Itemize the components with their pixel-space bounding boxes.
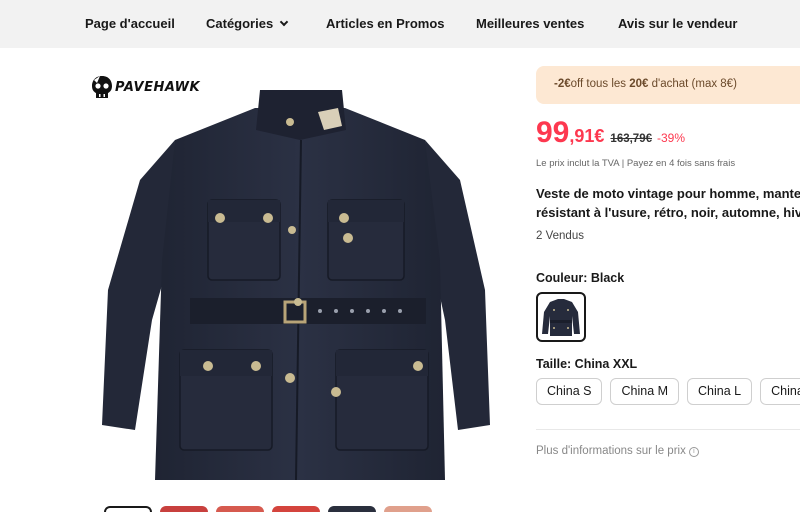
- chevron-down-icon: [279, 17, 289, 27]
- size-option[interactable]: China S: [536, 378, 603, 405]
- promo-text-mid: off tous les: [570, 78, 630, 90]
- price-main: 99: [536, 116, 570, 149]
- brand-name: PAVEHAWK: [115, 79, 201, 95]
- nav-categories[interactable]: Catégories: [206, 16, 289, 31]
- promo-banner[interactable]: -2€off tous les 20€ d'achat (max 8€): [536, 66, 800, 104]
- color-swatch-black[interactable]: [536, 292, 586, 342]
- thumbnail[interactable]: [272, 506, 320, 512]
- thumbnail[interactable]: [216, 506, 264, 512]
- divider: [536, 429, 800, 430]
- price-discount: -39%: [657, 131, 686, 145]
- product-title: Veste de moto vintage pour homme, mantea…: [536, 186, 800, 220]
- thumbnail[interactable]: [104, 506, 152, 512]
- size-options: China S China M China L China XL: [536, 378, 800, 405]
- nav-promos[interactable]: Articles en Promos: [326, 16, 445, 31]
- jacket-image: [102, 90, 490, 481]
- info-icon: i: [688, 447, 699, 457]
- skull-logo-icon: [92, 76, 112, 98]
- promo-threshold: 20€: [629, 78, 649, 90]
- nav-categories-label: Catégories: [206, 16, 274, 31]
- promo-text-end: d'achat (max 8€): [648, 78, 737, 90]
- brand-logo: PAVEHAWK: [90, 74, 200, 100]
- more-price-info[interactable]: Plus d'informations sur le prix i: [536, 445, 699, 458]
- thumbnail-strip: [104, 506, 432, 512]
- tax-note: Le prix inclut la TVA | Payez en 4 fois …: [536, 158, 736, 169]
- color-label: Couleur: Black: [536, 271, 625, 285]
- size-option[interactable]: China XL: [760, 378, 800, 405]
- sold-count: 2 Vendus: [536, 230, 584, 242]
- product-info: -2€off tous les 20€ d'achat (max 8€) 99,…: [536, 0, 800, 512]
- size-option[interactable]: China L: [687, 378, 753, 405]
- price-original: 163,79€: [610, 133, 652, 145]
- price-row: 99,91€ 163,79€ -39%: [536, 116, 685, 152]
- thumbnail[interactable]: [160, 506, 208, 512]
- more-price-info-label: Plus d'informations sur le prix: [536, 445, 686, 457]
- price-decimals: ,91€: [569, 126, 605, 146]
- nav-home[interactable]: Page d'accueil: [85, 16, 175, 31]
- promo-amount: -2€: [554, 78, 571, 90]
- thumbnail[interactable]: [384, 506, 432, 512]
- size-label: Taille: China XXL: [536, 357, 638, 371]
- size-option[interactable]: China M: [610, 378, 680, 405]
- product-image[interactable]: PAVEHAWK: [80, 60, 520, 500]
- jacket-thumbnail-icon: [542, 299, 580, 336]
- thumbnail[interactable]: [328, 506, 376, 512]
